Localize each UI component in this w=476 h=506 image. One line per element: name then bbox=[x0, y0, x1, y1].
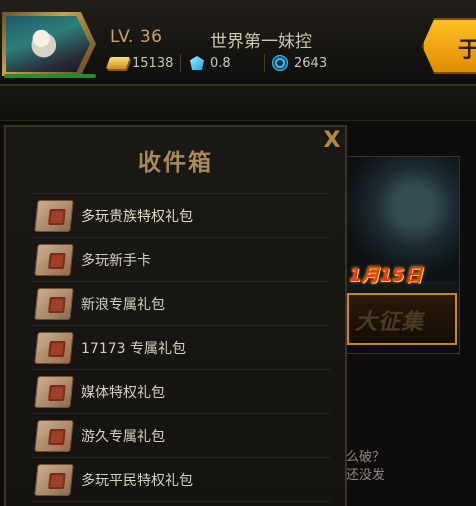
inbox-title: 收件箱 bbox=[138, 150, 213, 176]
mail-item[interactable]: 17173 专属礼包 bbox=[32, 326, 330, 370]
diamond-counter: 0.8 bbox=[190, 53, 231, 73]
gift-pack-icon bbox=[34, 243, 74, 276]
gift-pack-icon bbox=[34, 199, 74, 232]
diamond-amount: 0.8 bbox=[210, 55, 231, 71]
player-status-bar: LV. 36 世界第一妹控 15138 0.8 2643 于 bbox=[0, 0, 476, 86]
main-action-button[interactable]: 于 bbox=[422, 18, 476, 74]
background-text-line: 还没发 bbox=[346, 468, 386, 483]
player-name: 世界第一妹控 bbox=[210, 32, 312, 52]
player-level: LV. 36 bbox=[110, 27, 163, 47]
mail-item[interactable]: 媒体特权礼包 bbox=[32, 370, 330, 414]
mail-item[interactable]: 多玩贵族特权礼包 bbox=[32, 193, 330, 238]
mail-item[interactable]: 多玩平民特权礼包 bbox=[32, 458, 330, 502]
mail-item-label: 新浪专属礼包 bbox=[81, 296, 165, 313]
crystal-amount: 2643 bbox=[294, 55, 328, 71]
news-banner[interactable]: 大征集 bbox=[347, 293, 457, 345]
mail-item[interactable]: 游久专属礼包 bbox=[32, 414, 330, 458]
divider bbox=[180, 54, 181, 72]
mail-item-label: 多玩贵族特权礼包 bbox=[81, 208, 193, 225]
mail-item-label: 多玩新手卡 bbox=[81, 252, 151, 269]
gold-bar-icon bbox=[105, 57, 131, 69]
mail-item-label: 媒体特权礼包 bbox=[81, 384, 165, 401]
gold-counter: 15138 bbox=[105, 53, 174, 73]
mail-item-label: 游久专属礼包 bbox=[81, 428, 165, 445]
diamond-icon bbox=[190, 56, 204, 70]
news-banner-title: 大征集 bbox=[355, 310, 425, 335]
toolbar-strip bbox=[0, 86, 476, 121]
news-date: 1月15日 bbox=[349, 265, 423, 286]
divider bbox=[264, 54, 265, 72]
gold-amount: 15138 bbox=[132, 55, 174, 71]
health-bar bbox=[4, 74, 96, 78]
mail-item-label: 17173 专属礼包 bbox=[81, 340, 186, 357]
gift-pack-icon bbox=[34, 463, 74, 496]
crystal-icon bbox=[272, 55, 288, 71]
mail-item[interactable]: 多玩新手卡 bbox=[32, 238, 330, 282]
mail-item[interactable]: 新浪专属礼包 bbox=[32, 282, 330, 326]
close-button[interactable]: X bbox=[321, 130, 343, 152]
gift-pack-icon bbox=[34, 331, 74, 364]
crystal-counter: 2643 bbox=[272, 53, 327, 73]
avatar[interactable] bbox=[6, 16, 90, 72]
mail-item-label: 多玩平民特权礼包 bbox=[81, 472, 193, 489]
mail-list: 多玩贵族特权礼包 多玩新手卡 新浪专属礼包 17173 专属礼包 媒体特权礼包 … bbox=[32, 193, 330, 502]
gift-pack-icon bbox=[34, 287, 74, 320]
gift-pack-icon bbox=[34, 419, 74, 452]
gift-pack-icon bbox=[34, 375, 74, 408]
action-button-label: 于 bbox=[458, 38, 476, 63]
background-text-line: 么破？ bbox=[346, 450, 386, 465]
inbox-dialog: 收件箱 X 多玩贵族特权礼包 多玩新手卡 新浪专属礼包 17173 专属礼包 媒… bbox=[4, 125, 347, 506]
news-panel[interactable]: 1月15日 大征集 bbox=[346, 156, 460, 354]
